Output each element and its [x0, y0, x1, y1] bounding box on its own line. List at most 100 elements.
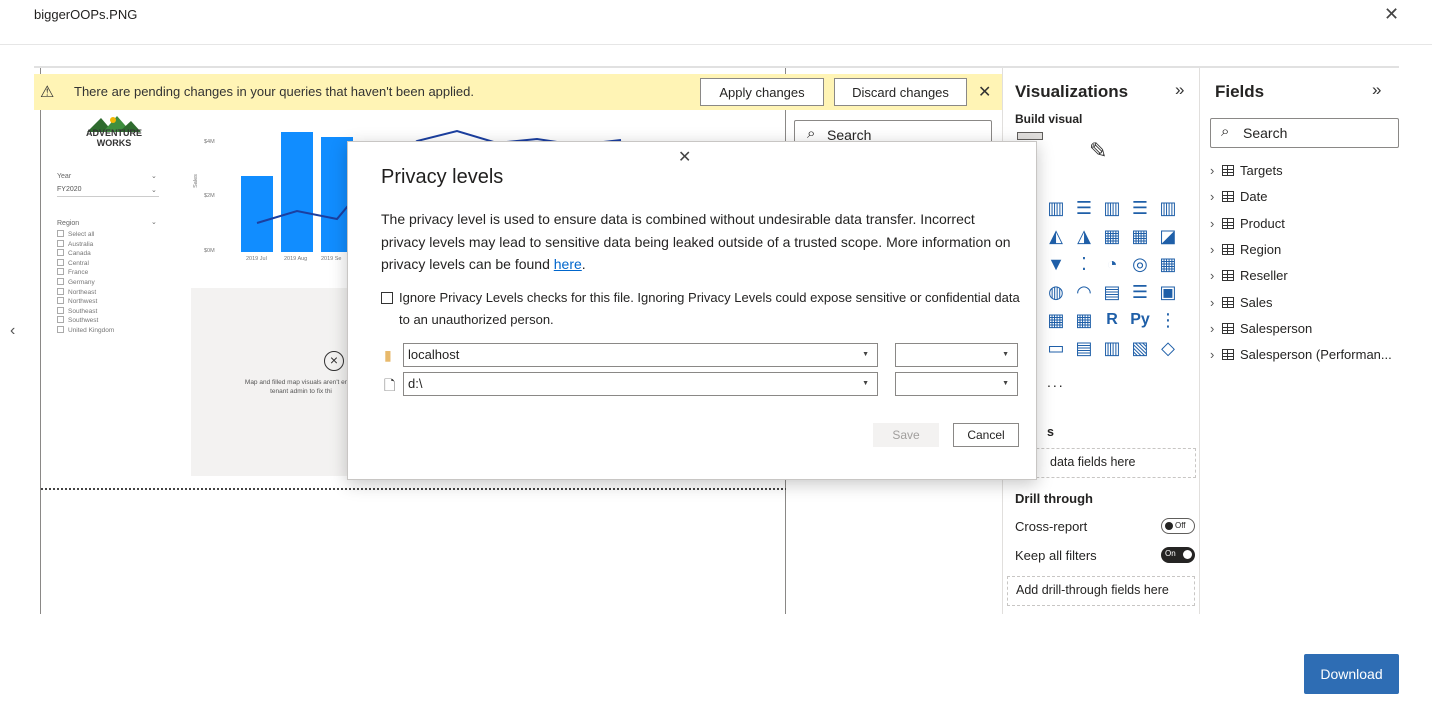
expand-chevron-icon[interactable]: › [1210, 347, 1222, 362]
field-table-item[interactable]: › Sales [1210, 295, 1273, 310]
more-visuals-icon[interactable]: ... [1047, 374, 1065, 390]
region-slicer-option[interactable]: Southeast [57, 307, 97, 315]
table-icon [1222, 243, 1234, 255]
power-automate-icon[interactable]: ◇ [1157, 337, 1179, 359]
field-table-item[interactable]: › Targets [1210, 163, 1283, 178]
data-source-select[interactable]: localhost ▼ [403, 343, 878, 367]
multi-row-card-icon[interactable]: ☰ [1129, 281, 1151, 303]
pie-chart-icon[interactable]: ◔ [1101, 253, 1123, 275]
previous-image-icon[interactable]: ‹ [10, 322, 15, 340]
gauge-icon[interactable]: ◠ [1073, 281, 1095, 303]
line-chart-icon[interactable]: ◮ [1073, 225, 1095, 247]
donut-chart-icon[interactable]: ◎ [1129, 253, 1151, 275]
expand-chevron-icon[interactable]: › [1210, 321, 1222, 336]
region-slicer-option[interactable]: Central [57, 259, 89, 267]
expand-chevron-icon[interactable]: › [1210, 189, 1222, 204]
region-slicer-option[interactable]: Canada [57, 249, 91, 257]
x-tick: 2019 Se [321, 256, 342, 262]
add-data-fields-drop[interactable]: data fields here [1011, 448, 1196, 478]
field-table-item[interactable]: › Reseller [1210, 268, 1288, 283]
column-chart-icon[interactable]: ▥ [1157, 197, 1179, 219]
chevron-down-icon[interactable]: ⌄ [151, 218, 157, 226]
privacy-levels-help-link[interactable]: here [554, 256, 582, 272]
region-slicer-option[interactable]: Southwest [57, 316, 98, 324]
apply-changes-button[interactable]: Apply changes [700, 78, 824, 106]
dropdown-caret-icon: ▼ [862, 351, 869, 358]
region-slicer-option[interactable]: France [57, 268, 88, 276]
table-icon [1222, 191, 1234, 203]
field-table-item[interactable]: › Salesperson [1210, 321, 1312, 336]
keep-all-filters-toggle[interactable]: On [1161, 547, 1195, 563]
ignore-privacy-checkbox[interactable] [381, 292, 393, 304]
field-table-item[interactable]: › Date [1210, 189, 1267, 204]
field-table-item[interactable]: › Region [1210, 242, 1281, 257]
expand-chevron-icon[interactable]: › [1210, 268, 1222, 283]
add-drill-through-drop[interactable]: Add drill-through fields here [1007, 576, 1195, 606]
field-table-label: Targets [1240, 163, 1283, 178]
region-slicer-option[interactable]: Australia [57, 240, 93, 248]
year-slicer-dropdown[interactable]: FY2020 [57, 186, 159, 197]
stacked-bar-chart-icon[interactable]: ▥ [1045, 197, 1067, 219]
collapse-chevron-icon[interactable]: » [1175, 80, 1184, 100]
privacy-level-select[interactable]: ▼ [895, 372, 1018, 396]
power-apps-icon[interactable]: ▧ [1129, 337, 1151, 359]
search-icon: ⌕ [807, 125, 816, 142]
discard-changes-button[interactable]: Discard changes [834, 78, 967, 106]
collapse-chevron-icon[interactable]: » [1372, 80, 1381, 100]
treemap-icon[interactable]: ▦ [1157, 253, 1179, 275]
fields-search-input[interactable]: ⌕ Search [1210, 118, 1399, 148]
privacy-levels-dialog: Privacy levels The privacy level is used… [347, 141, 1037, 480]
python-visual-icon[interactable]: Py [1129, 309, 1151, 331]
warning-icon: ⚠ [40, 84, 55, 101]
region-slicer-option[interactable]: Northwest [57, 297, 97, 305]
close-dialog-icon[interactable]: ✕ [678, 147, 691, 167]
region-slicer-option[interactable]: Select all [57, 230, 94, 238]
qa-visual-icon[interactable]: ▭ [1045, 337, 1067, 359]
ignore-privacy-label: Ignore Privacy Levels checks for this fi… [399, 290, 1020, 327]
cross-report-toggle[interactable]: Off [1161, 518, 1195, 534]
expand-chevron-icon[interactable]: › [1210, 295, 1222, 310]
line-column-chart-icon[interactable]: ▦ [1101, 225, 1123, 247]
dialog-title: Privacy levels [381, 166, 504, 188]
region-slicer-option[interactable]: Northeast [57, 288, 96, 296]
clustered-bar-chart-icon[interactable]: ☰ [1073, 197, 1095, 219]
funnel-chart-icon[interactable]: ▼ [1045, 253, 1067, 275]
cancel-button[interactable]: Cancel [953, 423, 1019, 447]
stacked-column-chart-icon[interactable]: ▥ [1101, 197, 1123, 219]
expand-chevron-icon[interactable]: › [1210, 242, 1222, 257]
keep-all-filters-label: Keep all filters [1015, 548, 1097, 563]
field-table-label: Sales [1240, 294, 1273, 310]
save-button[interactable]: Save [873, 423, 939, 447]
build-visual-tab[interactable] [1017, 132, 1043, 140]
field-table-item[interactable]: › Salesperson (Performan... [1210, 347, 1392, 362]
download-button[interactable]: Download [1304, 654, 1399, 694]
field-table-item[interactable]: › Product [1210, 216, 1285, 231]
r-visual-icon[interactable]: R [1101, 309, 1123, 331]
smart-narrative-icon[interactable]: ▤ [1073, 337, 1095, 359]
clustered-bar-icon[interactable]: ☰ [1129, 197, 1151, 219]
privacy-level-select[interactable]: ▼ [895, 343, 1018, 367]
matrix-icon[interactable]: ▦ [1073, 309, 1095, 331]
expand-chevron-icon[interactable]: › [1210, 163, 1222, 178]
map-icon[interactable]: ◍ [1045, 281, 1067, 303]
y-tick: $2M [204, 193, 215, 199]
paginated-report-icon[interactable]: ▥ [1101, 337, 1123, 359]
format-visual-icon[interactable]: ✎ [1089, 138, 1107, 164]
region-slicer-option[interactable]: United Kingdom [57, 326, 114, 334]
scatter-chart-icon[interactable]: ⁚ [1073, 253, 1095, 275]
chevron-down-icon[interactable]: ⌄ [151, 172, 157, 180]
card-icon[interactable]: ▤ [1101, 281, 1123, 303]
data-source-select[interactable]: d:\ ▼ [403, 372, 878, 396]
kpi-icon[interactable]: ▣ [1157, 281, 1179, 303]
ribbon-chart-icon[interactable]: ▦ [1129, 225, 1151, 247]
waterfall-chart-icon[interactable]: ◪ [1157, 225, 1179, 247]
region-slicer-option[interactable]: Germany [57, 278, 95, 286]
expand-chevron-icon[interactable]: › [1210, 216, 1222, 231]
close-viewer-icon[interactable]: ✕ [1384, 5, 1399, 23]
table-visual-icon[interactable]: ▦ [1045, 309, 1067, 331]
close-banner-icon[interactable]: ✕ [978, 82, 991, 102]
key-influencers-icon[interactable]: ⋮ [1157, 309, 1179, 331]
viewer-header: biggerOOPs.PNG ✕ [0, 0, 1432, 45]
area-chart-icon[interactable]: ◭ [1045, 225, 1067, 247]
x-tick: 2019 Aug [284, 256, 308, 262]
